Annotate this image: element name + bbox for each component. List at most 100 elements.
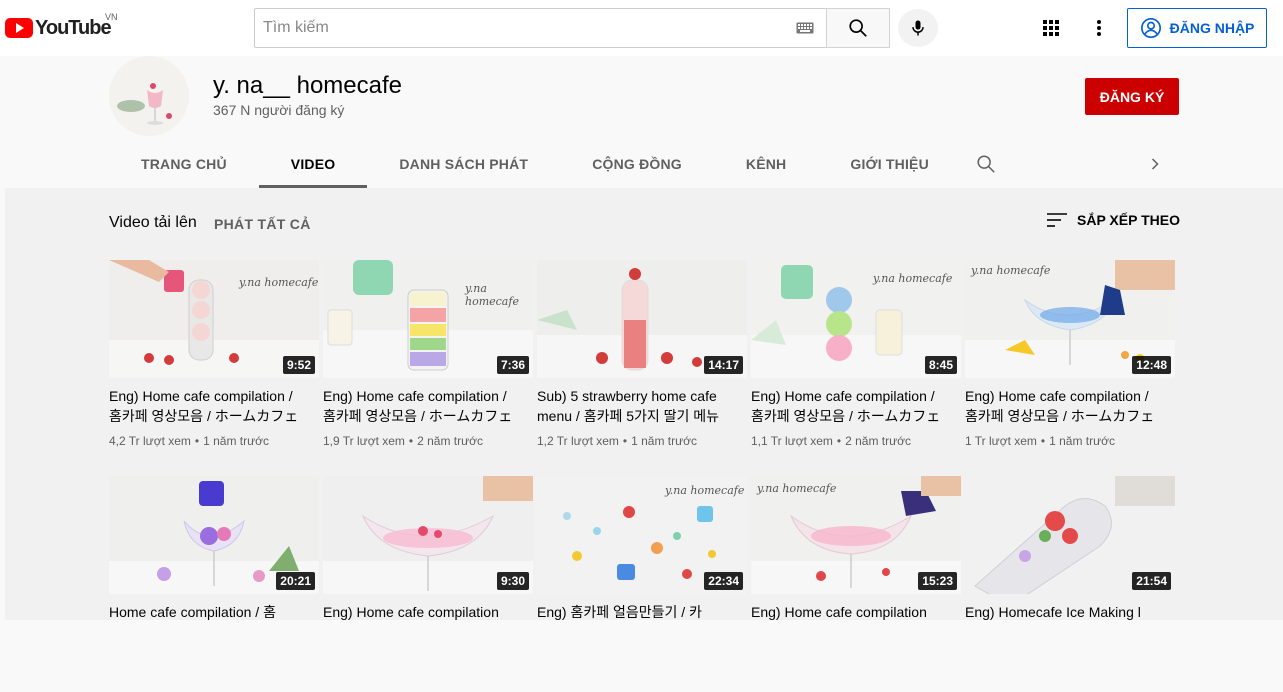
sort-icon bbox=[1047, 213, 1067, 227]
channel-search-icon[interactable] bbox=[975, 153, 997, 175]
meta-separator: • bbox=[194, 434, 200, 448]
search-box bbox=[254, 8, 827, 48]
play-all-button[interactable]: PHÁT TẤT CẢ bbox=[214, 216, 311, 232]
video-title[interactable]: Eng) 홈카페 얼음만들기 / 카 bbox=[537, 602, 747, 622]
tab-playlists[interactable]: DANH SÁCH PHÁT bbox=[367, 140, 560, 188]
logo-text: YouTube bbox=[35, 16, 112, 39]
meta-separator: • bbox=[622, 434, 628, 448]
video-card[interactable]: y.na homecafe 9:52 Eng) Home cafe compil… bbox=[109, 260, 319, 476]
sign-in-label: ĐĂNG NHẬP bbox=[1169, 20, 1255, 36]
voice-search-button[interactable] bbox=[898, 9, 938, 47]
video-title[interactable]: Eng) Home cafe compilation / 홈카페 영상모음 / … bbox=[109, 386, 319, 426]
video-meta: 1,1 Tr lượt xem • 2 năm trước bbox=[751, 432, 961, 450]
video-thumbnail[interactable]: y.na homecafe 9:52 bbox=[109, 260, 319, 378]
video-duration: 12:48 bbox=[1132, 356, 1171, 374]
view-count: 1,1 Tr lượt xem bbox=[751, 434, 833, 448]
video-title[interactable]: Eng) Home cafe compilation bbox=[323, 602, 533, 622]
upload-age: 1 năm trước bbox=[1049, 434, 1116, 448]
thumbnail-watermark: y.na homecafe bbox=[465, 282, 519, 308]
mic-icon bbox=[912, 20, 924, 36]
meta-separator: • bbox=[1040, 434, 1046, 448]
video-duration: 9:52 bbox=[282, 356, 315, 374]
video-duration: 8:45 bbox=[924, 356, 957, 374]
video-card[interactable]: 21:54 Eng) Homecafe Ice Making l bbox=[965, 476, 1175, 692]
sign-in-button[interactable]: ĐĂNG NHẬP bbox=[1127, 8, 1267, 48]
video-thumbnail[interactable]: y.na homecafe 8:45 bbox=[751, 260, 961, 378]
view-count: 1,2 Tr lượt xem bbox=[537, 434, 619, 448]
video-card[interactable]: y.na homecafe 15:23 Eng) Home cafe compi… bbox=[751, 476, 961, 692]
video-grid: y.na homecafe 9:52 Eng) Home cafe compil… bbox=[109, 260, 1175, 692]
video-meta: 1,2 Tr lượt xem • 1 năm trước bbox=[537, 432, 747, 450]
view-count: 1 Tr lượt xem bbox=[965, 434, 1037, 448]
thumbnail-watermark: y.na homecafe bbox=[757, 482, 837, 495]
view-count: 4,2 Tr lượt xem bbox=[109, 434, 191, 448]
video-title[interactable]: Sub) 5 strawberry home cafe menu / 홈카페 5… bbox=[537, 386, 747, 426]
section-title: Video tải lên bbox=[109, 214, 197, 231]
tab-channels[interactable]: KÊNH bbox=[714, 140, 818, 188]
channel-header: y. na__ homecafe 367 N người đăng ký ĐĂN… bbox=[5, 56, 1283, 188]
video-duration: 14:17 bbox=[704, 356, 743, 374]
video-meta: 4,2 Tr lượt xem • 1 năm trước bbox=[109, 432, 319, 450]
video-thumbnail[interactable]: y.na homecafe 15:23 bbox=[751, 476, 961, 594]
video-duration: 21:54 bbox=[1132, 572, 1171, 590]
channel-avatar[interactable] bbox=[109, 56, 189, 136]
thumbnail-watermark: y.na homecafe bbox=[873, 272, 953, 285]
thumbnail-watermark: y.na homecafe bbox=[971, 264, 1051, 277]
video-title[interactable]: Home cafe compilation / 홈 bbox=[109, 602, 319, 622]
tab-videos[interactable]: VIDEO bbox=[258, 140, 368, 188]
video-thumbnail[interactable]: y.na homecafe 22:34 bbox=[537, 476, 747, 594]
video-card[interactable]: y.na homecafe 12:48 Eng) Home cafe compi… bbox=[965, 260, 1175, 476]
channel-tabs: TRANG CHỦ VIDEO DANH SÁCH PHÁT CỘNG ĐỒNG… bbox=[109, 140, 961, 188]
video-thumbnail[interactable]: y.na homecafe 12:48 bbox=[965, 260, 1175, 378]
video-card[interactable]: y.na homecafe 8:45 Eng) Home cafe compil… bbox=[751, 260, 961, 476]
apps-button[interactable] bbox=[1038, 15, 1064, 41]
tab-community[interactable]: CỘNG ĐỒNG bbox=[560, 140, 714, 188]
upload-age: 1 năm trước bbox=[203, 434, 270, 448]
video-card[interactable]: 14:17 Sub) 5 strawberry home cafe menu /… bbox=[537, 260, 747, 476]
video-card[interactable]: 9:30 Eng) Home cafe compilation bbox=[323, 476, 533, 692]
thumbnail-watermark: y.na homecafe bbox=[239, 276, 319, 289]
video-thumbnail[interactable]: 9:30 bbox=[323, 476, 533, 594]
video-title[interactable]: Eng) Home cafe compilation bbox=[751, 602, 961, 622]
search-icon bbox=[849, 19, 867, 37]
more-vert-icon bbox=[1097, 20, 1101, 36]
video-card[interactable]: 20:21 Home cafe compilation / 홈 bbox=[109, 476, 319, 692]
meta-separator: • bbox=[408, 434, 414, 448]
video-thumbnail[interactable]: y.na homecafe 7:36 bbox=[323, 260, 533, 378]
video-duration: 20:21 bbox=[276, 572, 315, 590]
video-thumbnail[interactable]: 20:21 bbox=[109, 476, 319, 594]
search-input[interactable] bbox=[263, 9, 783, 47]
search-button[interactable] bbox=[826, 8, 890, 48]
tab-about[interactable]: GIỚI THIỆU bbox=[818, 140, 961, 188]
video-card[interactable]: y.na homecafe 7:36 Eng) Home cafe compil… bbox=[323, 260, 533, 476]
video-thumbnail[interactable]: 21:54 bbox=[965, 476, 1175, 594]
video-card[interactable]: y.na homecafe 22:34 Eng) 홈카페 얼음만들기 / 카 bbox=[537, 476, 747, 692]
video-meta: 1 Tr lượt xem • 1 năm trước bbox=[965, 432, 1175, 450]
keyboard-icon[interactable] bbox=[796, 22, 814, 34]
video-meta: 1,9 Tr lượt xem • 2 năm trước bbox=[323, 432, 533, 450]
video-title[interactable]: Eng) Home cafe compilation / 홈카페 영상모음 / … bbox=[751, 386, 961, 426]
videos-section: Video tải lên PHÁT TẤT CẢ SẮP XẾP THEO y… bbox=[5, 188, 1283, 620]
video-duration: 22:34 bbox=[704, 572, 743, 590]
upload-age: 1 năm trước bbox=[631, 434, 698, 448]
video-duration: 15:23 bbox=[918, 572, 957, 590]
upload-age: 2 năm trước bbox=[845, 434, 912, 448]
channel-name: y. na__ homecafe bbox=[213, 72, 403, 99]
avatar-image bbox=[109, 56, 189, 136]
video-thumbnail[interactable]: 14:17 bbox=[537, 260, 747, 378]
meta-separator: • bbox=[836, 434, 842, 448]
view-count: 1,9 Tr lượt xem bbox=[323, 434, 405, 448]
video-title[interactable]: Eng) Home cafe compilation / 홈카페 영상모음 / … bbox=[965, 386, 1175, 426]
subscribe-button[interactable]: ĐĂNG KÝ bbox=[1085, 78, 1179, 115]
youtube-play-icon bbox=[5, 18, 33, 38]
chevron-right-icon[interactable] bbox=[1145, 154, 1165, 174]
settings-menu-button[interactable] bbox=[1086, 15, 1112, 41]
video-title[interactable]: Eng) Homecafe Ice Making l bbox=[965, 602, 1175, 622]
video-title[interactable]: Eng) Home cafe compilation / 홈카페 영상모음 / … bbox=[323, 386, 533, 426]
video-duration: 7:36 bbox=[496, 356, 529, 374]
tab-home[interactable]: TRANG CHỦ bbox=[109, 140, 259, 188]
video-duration: 9:30 bbox=[496, 572, 529, 590]
youtube-logo[interactable]: YouTube VN bbox=[5, 12, 118, 43]
sort-by-button[interactable]: SẮP XẾP THEO bbox=[1047, 212, 1180, 228]
account-circle-icon bbox=[1140, 18, 1161, 38]
